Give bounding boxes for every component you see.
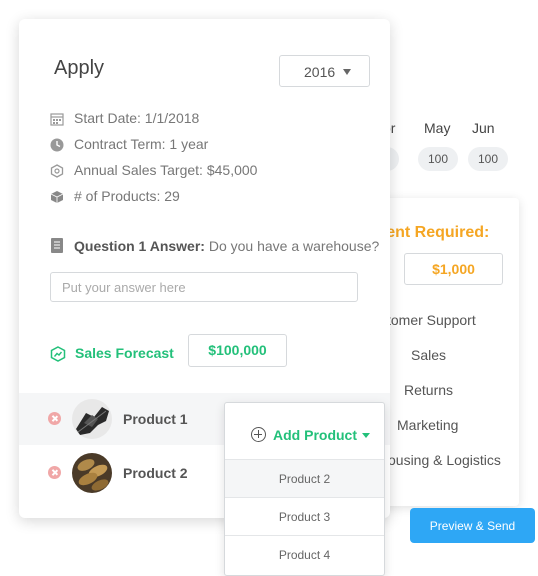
product-image — [72, 399, 112, 439]
payment-card: ment Required: $1,000 stomer Support Sal… — [372, 198, 519, 506]
info-text: Annual Sales Target: $45,000 — [74, 162, 258, 178]
month-value-may[interactable]: 100 — [418, 147, 458, 171]
answer-input[interactable] — [50, 272, 358, 302]
info-text: Contract Term: 1 year — [74, 136, 209, 152]
target-icon — [50, 164, 64, 178]
question-label: Question 1 Answer: — [74, 238, 205, 254]
department-customer-support[interactable]: stomer Support — [380, 312, 476, 328]
month-label-may: May — [424, 120, 451, 136]
document-icon — [51, 238, 63, 253]
year-select-value: 2016 — [304, 64, 336, 80]
info-text: Start Date: 1/1/2018 — [74, 110, 200, 126]
add-product-dropdown: Add Product Product 2 Product 3 Product … — [224, 402, 385, 576]
monthly-targets-strip: pr May Jun 0 100 100 — [359, 112, 530, 182]
chevron-down-icon — [343, 69, 351, 75]
chevron-down-icon — [362, 433, 370, 438]
preview-send-button[interactable]: Preview & Send — [410, 508, 535, 543]
sales-forecast-label: Sales Forecast — [75, 345, 174, 361]
product-name: Product 2 — [123, 465, 188, 481]
department-housing-logistics[interactable]: ousing & Logistics — [388, 452, 501, 468]
info-text: # of Products: 29 — [74, 188, 180, 204]
calendar-icon — [50, 113, 64, 126]
plus-circle-icon — [251, 427, 266, 442]
month-value-jun[interactable]: 100 — [468, 147, 508, 171]
question-text: Do you have a warehouse? — [208, 238, 380, 254]
dropdown-item-product-3[interactable]: Product 3 — [225, 497, 384, 535]
dropdown-item-product-4[interactable]: Product 4 — [225, 535, 384, 573]
department-returns[interactable]: Returns — [404, 382, 453, 398]
page-title: Apply — [54, 57, 105, 79]
remove-icon[interactable] — [48, 412, 61, 425]
department-marketing[interactable]: Marketing — [397, 417, 458, 433]
add-product-label: Add Product — [273, 427, 357, 443]
product-image — [72, 453, 112, 493]
dropdown-item-product-2[interactable]: Product 2 — [225, 459, 384, 497]
remove-icon[interactable] — [48, 466, 61, 479]
payment-amount-field[interactable]: $1,000 — [404, 253, 503, 285]
month-label-jun: Jun — [472, 120, 495, 136]
department-sales[interactable]: Sales — [411, 347, 446, 363]
sales-forecast-value[interactable]: $100,000 — [188, 334, 287, 367]
year-select[interactable]: 2016 — [279, 55, 370, 87]
product-name: Product 1 — [123, 411, 188, 427]
forecast-icon — [50, 346, 66, 362]
box-icon — [50, 191, 64, 203]
clock-icon — [50, 138, 64, 152]
